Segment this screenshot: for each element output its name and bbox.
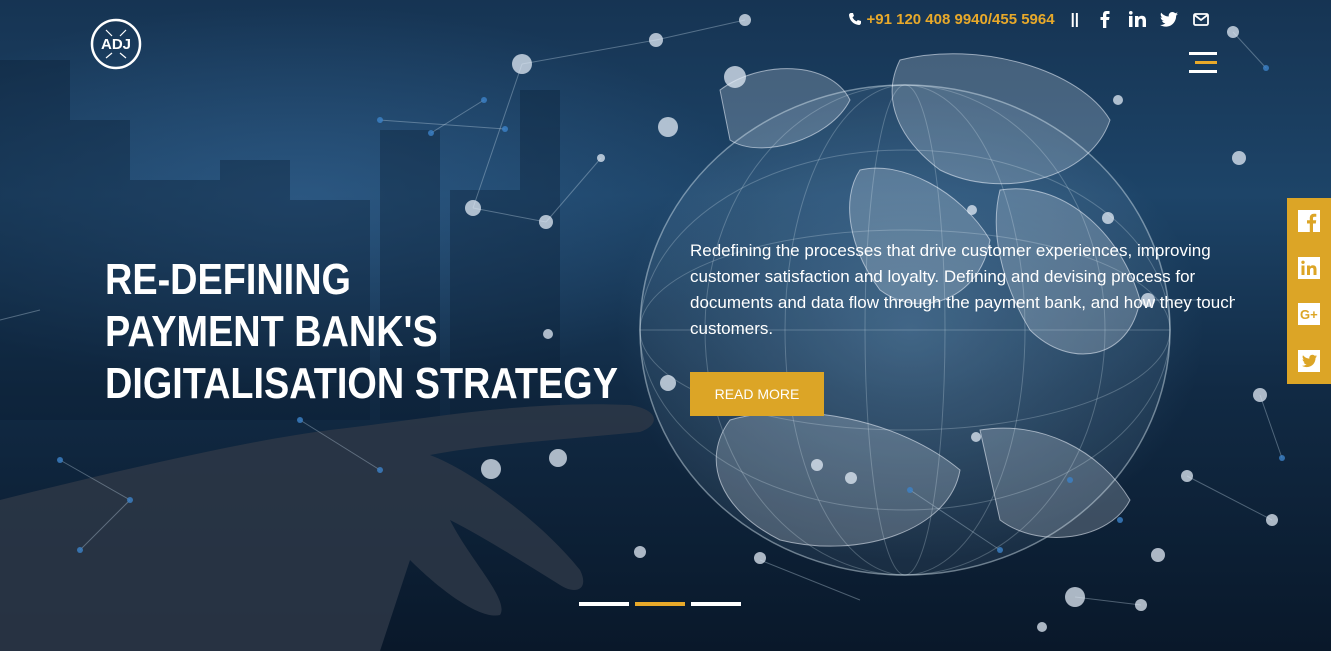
twitter-icon[interactable] [1159,10,1179,28]
separator: || [1070,10,1079,28]
menu-bar-top [1189,52,1217,55]
slider-dot-1[interactable] [579,602,629,606]
linkedin-icon[interactable] [1127,10,1147,28]
hero-headline: RE-DEFINING PAYMENT BANK'S DIGITALISATIO… [105,254,618,410]
headline-line-2: PAYMENT BANK'S [105,307,438,356]
logo-text: ADJ [101,36,131,53]
phone-contact[interactable]: +91 120 408 9940/455 5964 [848,10,1055,28]
facebook-icon[interactable] [1095,10,1115,28]
twitter-icon[interactable] [1298,349,1320,372]
menu-bar-bottom [1189,70,1217,73]
side-social-bar: G+ [1287,198,1331,384]
mail-icon[interactable] [1191,10,1211,28]
top-contact-bar: +91 120 408 9940/455 5964 || [848,8,1211,30]
slider-dot-3[interactable] [691,602,741,606]
hero-description: Redefining the processes that drive cust… [690,241,1235,338]
slider-dot-2-active[interactable] [635,602,685,606]
headline-line-1: RE-DEFINING [105,255,351,304]
adj-logo[interactable]: ADJ [90,18,142,70]
slider-pagination [579,602,741,606]
facebook-icon[interactable] [1298,210,1320,233]
read-more-button[interactable]: READ MORE [690,372,824,416]
header-social-links [1095,10,1211,28]
hamburger-menu-icon[interactable] [1189,52,1217,73]
headline-line-3: DIGITALISATION STRATEGY [105,359,618,408]
phone-icon [849,13,862,25]
hero-section: ADJ +91 120 408 9940/455 5964 || RE-DEFI… [0,0,1331,651]
hero-description-container: Redefining the processes that drive cust… [690,238,1235,342]
svg-text:G+: G+ [1300,307,1318,322]
google-plus-icon[interactable]: G+ [1298,303,1320,326]
linkedin-icon[interactable] [1298,256,1320,279]
phone-number: +91 120 408 9940/455 5964 [866,10,1055,28]
menu-bar-middle [1195,61,1217,64]
